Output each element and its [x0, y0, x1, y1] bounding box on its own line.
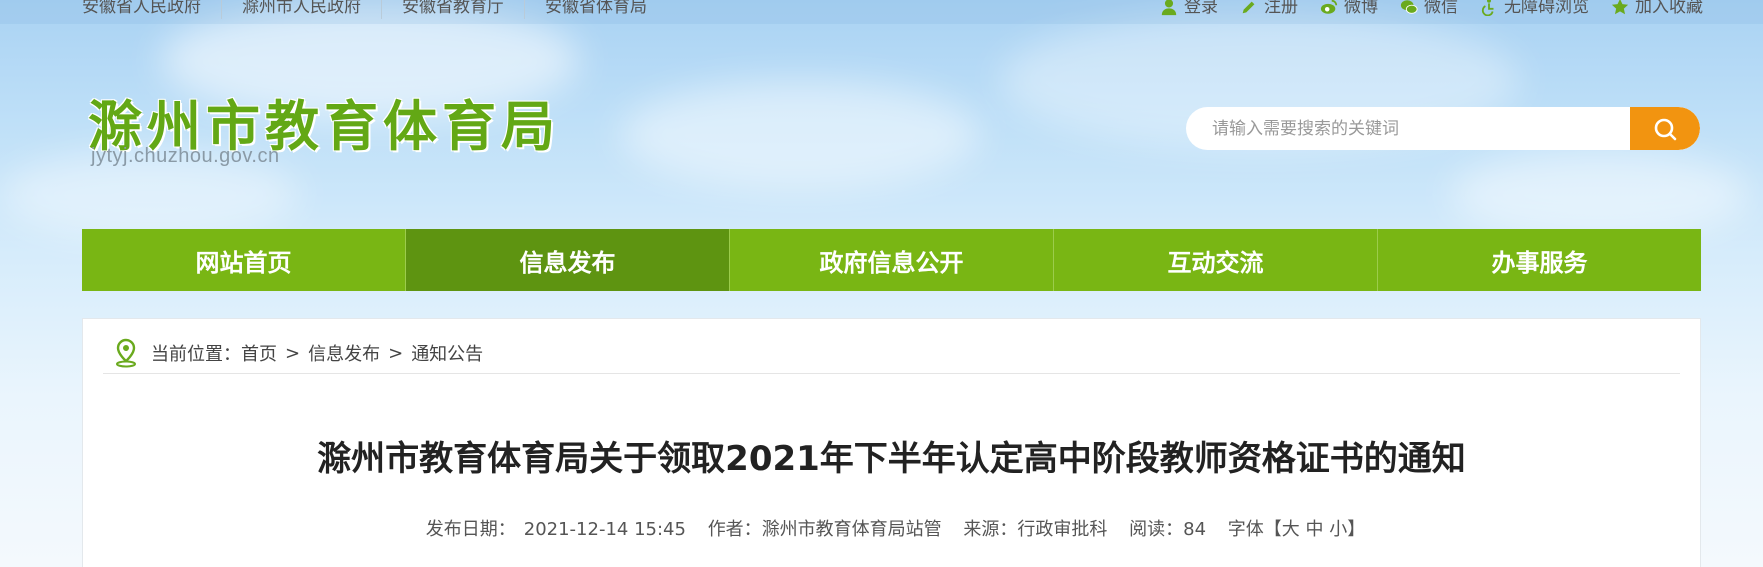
author-label: 作者： — [707, 519, 762, 540]
nav-services[interactable]: 办事服务 — [1378, 229, 1701, 291]
star-icon — [1611, 0, 1629, 15]
register-link[interactable]: 注册 — [1240, 0, 1298, 19]
breadcrumb-info-release[interactable]: 信息发布 — [308, 340, 380, 366]
publish-date-label: 发布日期： — [425, 519, 516, 540]
nav-home[interactable]: 网站首页 — [82, 229, 406, 291]
breadcrumb: 当前位置： 首页 > 信息发布 > 通知公告 — [113, 333, 483, 373]
link-anhui-education[interactable]: 安徽省教育厅 — [382, 0, 525, 19]
breadcrumb-prefix: 当前位置： — [151, 344, 241, 365]
article-title: 滁州市教育体育局关于领取2021年下半年认定高中阶段教师资格证书的通知 — [317, 439, 1466, 479]
top-bar: 安徽省人民政府 滁州市人民政府 安徽省教育厅 安徽省体育局 登录 注册 微博 微… — [0, 0, 1763, 24]
location-pin-icon — [116, 338, 136, 368]
publish-date-value: 2021-12-14 15:45 — [523, 519, 686, 540]
accessibility-icon — [1481, 0, 1494, 16]
author-value: 滁州市教育体育局站管 — [761, 519, 942, 540]
weibo-icon — [1320, 0, 1338, 14]
weibo-link[interactable]: 微博 — [1320, 0, 1378, 19]
breadcrumb-home[interactable]: 首页 — [241, 340, 277, 366]
accessibility-label: 无障碍浏览 — [1504, 0, 1589, 17]
breadcrumb-divider — [103, 373, 1680, 374]
wechat-icon — [1400, 0, 1418, 14]
pencil-icon — [1242, 1, 1255, 14]
login-label: 登录 — [1184, 0, 1218, 17]
breadcrumb-notices[interactable]: 通知公告 — [411, 340, 483, 366]
search-icon — [1654, 118, 1677, 140]
article-card: 当前位置： 首页 > 信息发布 > 通知公告 滁州市教育体育局关于领取2021年… — [82, 318, 1701, 567]
breadcrumb-separator: > — [388, 342, 404, 364]
nav-gov-info-disclosure[interactable]: 政府信息公开 — [730, 229, 1054, 291]
top-actions: 登录 注册 微博 微信 无障碍浏览 加入收藏 — [1138, 0, 1703, 19]
views-value: 84 — [1183, 519, 1207, 540]
main-nav: 网站首页 信息发布 政府信息公开 互动交流 办事服务 — [82, 229, 1701, 291]
register-label: 注册 — [1264, 0, 1298, 17]
search-box — [1186, 107, 1700, 150]
related-sites-links: 安徽省人民政府 滁州市人民政府 安徽省教育厅 安徽省体育局 — [82, 0, 667, 19]
site-domain: jytyj.chuzhou.gov.cn — [91, 145, 280, 167]
nav-interaction[interactable]: 互动交流 — [1054, 229, 1378, 291]
nav-info-release[interactable]: 信息发布 — [406, 229, 730, 291]
views-label: 阅读： — [1129, 519, 1184, 540]
breadcrumb-separator: > — [285, 342, 301, 364]
source-label: 来源： — [963, 519, 1018, 540]
views: 阅读：84 — [1129, 519, 1206, 540]
search-input[interactable] — [1186, 107, 1630, 150]
accessibility-link[interactable]: 无障碍浏览 — [1480, 0, 1589, 19]
login-link[interactable]: 登录 — [1160, 0, 1218, 19]
wechat-link[interactable]: 微信 — [1400, 0, 1458, 19]
wechat-label: 微信 — [1424, 0, 1458, 17]
search-button[interactable] — [1630, 107, 1700, 150]
link-anhui-gov[interactable]: 安徽省人民政府 — [82, 0, 222, 19]
bookmark-label: 加入收藏 — [1635, 0, 1703, 17]
source-value: 行政审批科 — [1017, 519, 1108, 540]
publish-date: 发布日期： 2021-12-14 15:45 — [418, 519, 686, 540]
weibo-label: 微博 — [1344, 0, 1378, 17]
link-chuzhou-gov[interactable]: 滁州市人民政府 — [222, 0, 382, 19]
author: 作者：滁州市教育体育局站管 — [708, 519, 942, 540]
source: 来源：行政审批科 — [963, 519, 1107, 540]
bookmark-link[interactable]: 加入收藏 — [1611, 0, 1703, 19]
user-icon — [1161, 0, 1177, 16]
font-size-switcher[interactable]: 字体【大 中 小】 — [1228, 519, 1365, 540]
background-cloud — [620, 80, 980, 190]
background-cloud — [1450, 150, 1750, 240]
article-meta: 发布日期： 2021-12-14 15:45 作者：滁州市教育体育局站管 来源：行… — [83, 515, 1700, 541]
link-anhui-sports[interactable]: 安徽省体育局 — [525, 0, 667, 19]
